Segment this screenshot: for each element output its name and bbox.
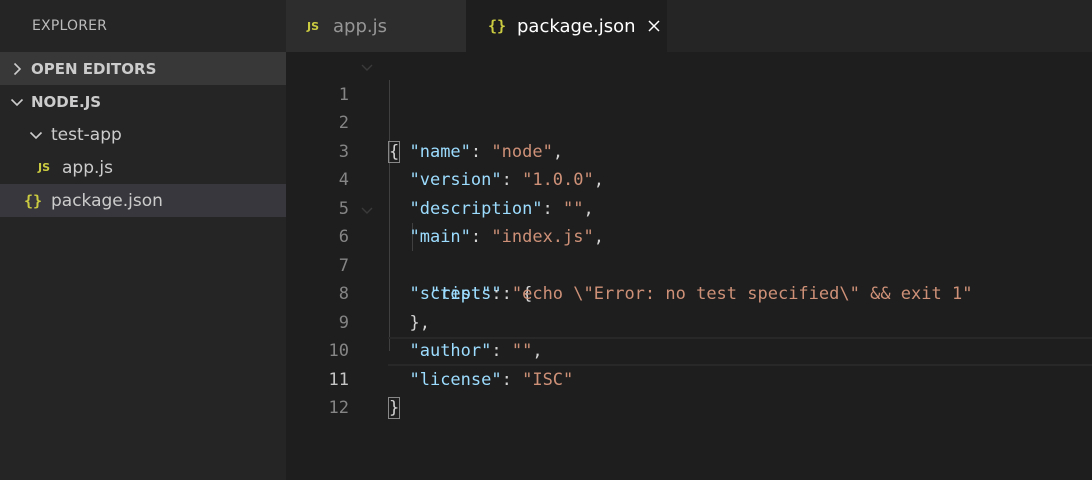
code-line: 7 "test": "echo \"Error: no test specifi… (286, 223, 1092, 305)
js-icon: JS (38, 161, 51, 174)
explorer-title: EXPLORER (32, 18, 108, 34)
tree-file-package-json[interactable]: {} package.json (0, 184, 286, 217)
explorer-sidebar: EXPLORER OPEN EDITORS NODE.JS test-app J… (0, 0, 286, 480)
code-line: 4 "description": "", (286, 138, 1092, 219)
fold-chevron-icon[interactable] (359, 202, 375, 218)
js-icon: JS (307, 19, 320, 33)
tree-file-label: package.json (51, 190, 163, 211)
code-line: 5 "main": "index.js", (286, 166, 1092, 248)
tab-package-json[interactable]: {} package.json (466, 0, 667, 52)
tab-app-js[interactable]: JS app.js (286, 0, 466, 52)
section-open-editors-label: OPEN EDITORS (31, 59, 157, 78)
code-line: 11 } (286, 337, 1092, 419)
json-braces-icon: {} (488, 17, 507, 35)
chevron-right-icon (9, 61, 25, 77)
code-line: 8 }, (286, 252, 1092, 333)
code-line: 12 (286, 366, 1092, 418)
section-workspace-label: NODE.JS (31, 92, 102, 111)
line-number: 12 (328, 398, 349, 418)
json-braces-icon: {} (24, 191, 43, 210)
code-line: 6 "scripts": { (286, 195, 1092, 304)
code-line: 10 "license": "ISC" (286, 309, 1092, 390)
tab-label: app.js (333, 15, 387, 37)
code-line: 3 "version": "1.0.0", (286, 109, 1092, 191)
tab-label: package.json (517, 15, 636, 37)
code-line: 1 { (286, 52, 1092, 163)
tree-file-app-js[interactable]: JS app.js (0, 151, 286, 184)
code-line: 2 "name": "node", (286, 81, 1092, 162)
tree-folder-test-app[interactable]: test-app (0, 118, 286, 151)
close-icon[interactable] (646, 18, 662, 34)
fold-chevron-icon[interactable] (359, 59, 375, 75)
chevron-down-icon (9, 94, 25, 110)
code-line: 9 "author": "", (286, 280, 1092, 362)
tree-file-label: app.js (62, 157, 113, 178)
chevron-down-icon (28, 127, 44, 143)
tree-folder-label: test-app (51, 124, 122, 145)
tab-bar: JS app.js {} package.json (286, 0, 1092, 52)
close-brace: } (387, 397, 401, 419)
code-editor[interactable]: 1 { 2 "name": "node", 3 "version": "1.0.… (286, 52, 1092, 480)
section-open-editors[interactable]: OPEN EDITORS (0, 52, 286, 85)
section-workspace[interactable]: NODE.JS (0, 85, 286, 118)
